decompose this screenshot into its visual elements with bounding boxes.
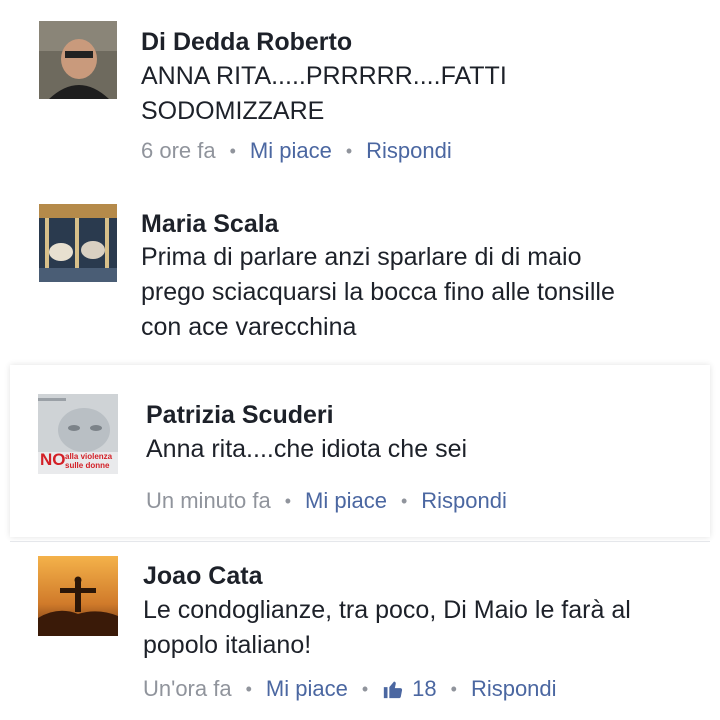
reply-button[interactable]: Rispondi [366,138,452,164]
divider [10,541,710,542]
separator-dot: • [245,678,252,699]
comment-text: Prima di parlare anzi sparlare di di mai… [141,243,615,341]
separator-dot: • [284,490,292,511]
timestamp[interactable]: 6 ore fa [141,138,216,164]
comment-text: ANNA RITA.....PRRRRR....FATTI SODOMIZZAR… [141,62,507,125]
like-button[interactable]: Mi piace [266,676,348,702]
commenter-name[interactable]: Patrizia Scuderi [146,401,334,430]
avatar-photo [39,204,117,282]
timestamp[interactable]: Un minuto fa [146,488,271,514]
avatar-photo [39,21,117,99]
comment-meta: Un'ora fa • Mi piace • 18 • Rispondi [143,676,557,702]
separator-dot: • [229,140,236,161]
commenter-name[interactable]: Di Dedda Roberto [141,28,352,57]
comment-text: Le condoglianze, tra poco, Di Maio le fa… [143,596,631,659]
avatar[interactable]: NO alla violenza sulle donne [38,394,118,474]
thumbs-up-icon [383,681,403,699]
avatar[interactable] [39,204,117,282]
commenter-name[interactable]: Maria Scala [141,210,279,239]
avatar-photo [38,556,118,636]
comment-meta: Un minuto fa • Mi piace • Rispondi [146,488,507,514]
reply-button[interactable]: Rispondi [421,488,507,514]
avatar[interactable] [39,21,117,99]
comment-text: Anna rita....che idiota che sei [146,435,468,463]
like-button[interactable]: Mi piace [250,138,332,164]
separator-dot: • [400,490,408,511]
avatar[interactable] [38,556,118,636]
avatar-text-slogan: alla violenza sulle donne [65,452,113,470]
like-count-value: 18 [412,676,437,701]
avatar-text-no: NO [40,450,66,469]
separator-dot: • [450,678,457,699]
reply-button[interactable]: Rispondi [471,676,557,702]
commenter-name[interactable]: Joao Cata [143,562,262,591]
timestamp[interactable]: Un'ora fa [143,676,232,702]
separator-dot: • [361,678,369,699]
like-count[interactable]: 18 [382,676,437,702]
like-button[interactable]: Mi piace [305,488,387,514]
comment-meta: 6 ore fa • Mi piace • Rispondi [141,138,452,164]
separator-dot: • [345,140,353,161]
